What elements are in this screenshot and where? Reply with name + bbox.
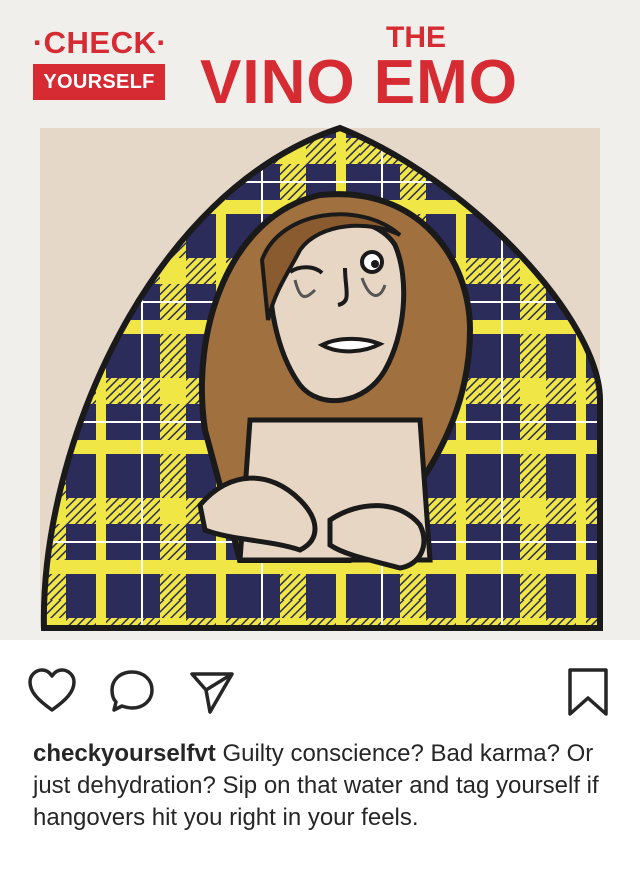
post-action-bar — [0, 658, 640, 722]
paper-plane-icon — [190, 672, 234, 714]
logo-check-text: ·CHECK· — [32, 25, 168, 60]
post-caption: checkyourselfvt Guilty conscience? Bad k… — [33, 738, 613, 834]
comment-bubble-icon — [110, 670, 154, 712]
like-button[interactable] — [26, 666, 78, 718]
logo-yourself-text: YOURSELF — [33, 64, 165, 100]
save-button[interactable] — [562, 666, 614, 718]
caption-username-link[interactable]: checkyourselfvt — [33, 740, 216, 767]
comment-button[interactable] — [106, 666, 158, 718]
post-image[interactable]: ·CHECK· YOURSELF THE VINO EMO — [0, 0, 640, 640]
headline-vino-emo: VINO EMO — [200, 48, 519, 117]
share-button[interactable] — [186, 666, 238, 718]
heart-icon — [28, 668, 76, 712]
check-yourself-logo: ·CHECK· YOURSELF — [27, 26, 173, 100]
bookmark-icon — [568, 668, 608, 716]
